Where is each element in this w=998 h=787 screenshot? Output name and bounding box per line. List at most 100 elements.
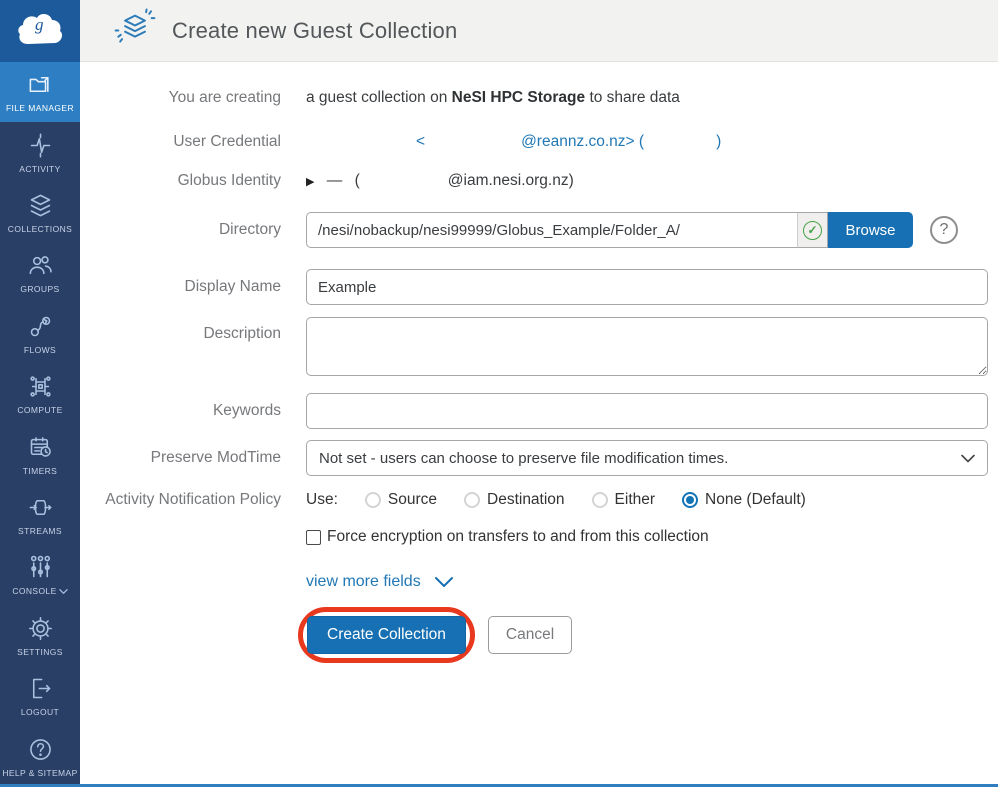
radio-none-default[interactable] — [682, 492, 698, 508]
gear-icon — [27, 615, 54, 642]
form-actions: Create Collection Cancel — [298, 607, 988, 663]
radio-either[interactable] — [592, 492, 608, 508]
user-credential-value: <@reannz.co.nz> () — [306, 133, 988, 151]
row-force-encryption: Force encryption on transfers to and fro… — [80, 528, 998, 546]
identity-dash: — — [327, 172, 343, 189]
identity-open-paren: ( — [355, 172, 360, 189]
display-name-wrap — [306, 269, 988, 305]
radio-label: None (Default) — [705, 491, 806, 509]
row-display-name: Display Name — [80, 269, 998, 305]
sidebar-item-label: COLLECTIONS — [8, 224, 72, 234]
force-encryption-label: Force encryption on transfers to and fro… — [327, 528, 709, 546]
valid-check-icon: ✓ — [803, 221, 822, 240]
identity-domain: @iam.nesi.org.nz) — [448, 172, 574, 189]
radio-label: Either — [615, 491, 656, 509]
row-directory: Directory ✓ Browse ? — [80, 212, 998, 248]
radio-option-either[interactable]: Either — [592, 491, 656, 509]
sidebar-item-label: FLOWS — [24, 345, 56, 355]
cancel-button[interactable]: Cancel — [488, 616, 572, 654]
sidebar-item-label: FILE MANAGER — [6, 103, 74, 113]
sidebar-item-streams[interactable]: STREAMS — [0, 485, 80, 545]
sidebar-item-label: CONSOLE — [12, 586, 67, 596]
annotation-highlight-ring: Create Collection — [298, 607, 475, 663]
sidebar-item-groups[interactable]: GROUPS — [0, 243, 80, 303]
force-encryption-wrap: Force encryption on transfers to and fro… — [306, 528, 988, 546]
sidebar-item-help-sitemap[interactable]: HELP & SITEMAP — [0, 727, 80, 787]
radio-destination[interactable] — [464, 492, 480, 508]
directory-input[interactable] — [306, 212, 797, 248]
field-label: You are creating — [80, 89, 306, 107]
sidebar-item-compute[interactable]: COMPUTE — [0, 364, 80, 424]
sidebar-item-collections[interactable]: COLLECTIONS — [0, 183, 80, 243]
sidebar-item-label: STREAMS — [18, 526, 62, 536]
chevron-down-icon — [434, 576, 454, 588]
calendar-clock-icon — [27, 434, 54, 461]
sidebar-item-file-manager[interactable]: FILE MANAGER — [0, 62, 80, 122]
sidebar-item-label: SETTINGS — [17, 647, 63, 657]
keywords-input[interactable] — [306, 393, 988, 429]
sidebar-item-label: LOGOUT — [21, 707, 59, 717]
preserve-modtime-select[interactable]: Not set - users can choose to preserve f… — [306, 440, 988, 476]
credential-close-paren: ) — [716, 133, 721, 150]
preserve-modtime-wrap: Not set - users can choose to preserve f… — [306, 440, 988, 476]
browse-button[interactable]: Browse — [828, 212, 913, 248]
field-label: Description — [80, 317, 306, 343]
radio-source[interactable] — [365, 492, 381, 508]
layers-icon — [27, 192, 54, 219]
radio-option-source[interactable]: Source — [365, 491, 437, 509]
force-encryption-checkbox[interactable] — [306, 530, 321, 545]
radio-label: Source — [388, 491, 437, 509]
sidebar-item-flows[interactable]: FLOWS — [0, 304, 80, 364]
folder-icon — [27, 71, 54, 98]
field-label: Globus Identity — [80, 172, 306, 190]
sidebar-item-activity[interactable]: ACTIVITY — [0, 122, 80, 182]
view-more-wrap: view more fields — [306, 573, 988, 591]
use-label: Use: — [306, 491, 338, 509]
expander-triangle-icon[interactable]: ▶ — [306, 176, 314, 188]
people-icon — [27, 252, 54, 279]
directory-valid-addon: ✓ — [797, 212, 828, 248]
view-more-fields-link[interactable]: view more fields — [306, 573, 454, 591]
sidebar-item-logout[interactable]: LOGOUT — [0, 666, 80, 726]
sidebar-item-console[interactable]: CONSOLE — [0, 545, 80, 605]
directory-field-group: ✓ Browse ? — [306, 212, 988, 248]
app-window: g FILE MANAGER ACTIVITY COLLECTIONS — [0, 0, 998, 787]
radio-option-none-default[interactable]: None (Default) — [682, 491, 806, 509]
activity-pulse-icon — [27, 132, 54, 159]
sidebar-item-label: TIMERS — [23, 466, 58, 476]
sidebar-item-timers[interactable]: TIMERS — [0, 425, 80, 485]
svg-text:g: g — [35, 15, 44, 34]
globus-logo[interactable]: g — [0, 0, 80, 62]
row-user-credential: User Credential <@reannz.co.nz> () — [80, 133, 998, 151]
page-title: Create new Guest Collection — [172, 18, 457, 44]
credential-open-bracket: < — [416, 133, 425, 150]
radio-label: Destination — [487, 491, 565, 509]
you-are-creating-value: a guest collection on NeSI HPC Storage t… — [306, 89, 988, 107]
force-encryption-option[interactable]: Force encryption on transfers to and fro… — [306, 528, 988, 546]
compute-chip-icon — [27, 373, 54, 400]
creating-text-prefix: a guest collection on — [306, 89, 452, 106]
description-textarea[interactable] — [306, 317, 988, 376]
row-view-more-fields: view more fields — [80, 573, 998, 591]
row-buttons: Create Collection Cancel — [80, 607, 998, 663]
directory-help-icon[interactable]: ? — [930, 216, 958, 244]
create-collection-form: You are creating a guest collection on N… — [80, 62, 998, 787]
radio-option-destination[interactable]: Destination — [464, 491, 565, 509]
sidebar-item-label: ACTIVITY — [19, 164, 60, 174]
streams-icon — [27, 494, 54, 521]
row-preserve-modtime: Preserve ModTime Not set - users can cho… — [80, 440, 998, 476]
page-header: Create new Guest Collection — [80, 0, 998, 62]
field-label: Preserve ModTime — [80, 449, 306, 467]
logout-icon — [27, 675, 54, 702]
preserve-modtime-selected-value: Not set - users can choose to preserve f… — [319, 450, 728, 467]
main-panel: Create new Guest Collection You are crea… — [80, 0, 998, 787]
sidebar-item-settings[interactable]: SETTINGS — [0, 606, 80, 666]
row-globus-identity: Globus Identity ▶ — ( @iam.nesi.org.nz) — [80, 172, 998, 190]
create-collection-button[interactable]: Create Collection — [307, 616, 466, 654]
keywords-wrap — [306, 393, 988, 429]
creating-text-suffix: to share data — [585, 89, 680, 106]
row-you-are-creating: You are creating a guest collection on N… — [80, 89, 998, 107]
chevron-down-icon — [961, 454, 975, 463]
display-name-input[interactable] — [306, 269, 988, 305]
field-label: Directory — [80, 221, 306, 239]
